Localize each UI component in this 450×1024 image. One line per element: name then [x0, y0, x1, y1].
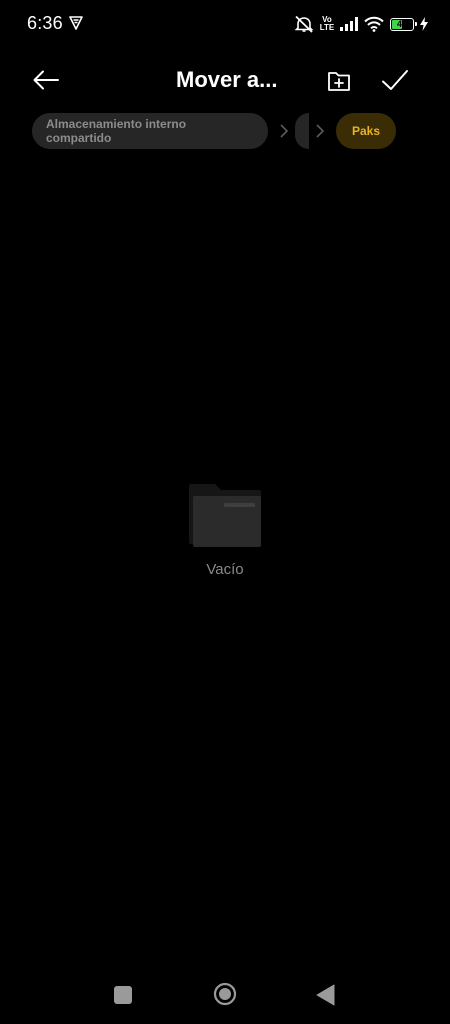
- new-folder-button[interactable]: [326, 68, 352, 94]
- status-time: 6:36: [27, 13, 63, 33]
- battery-level: 49: [396, 18, 407, 29]
- confirm-button[interactable]: [380, 66, 410, 96]
- nav-back-button[interactable]: [316, 984, 336, 1006]
- volte-bottom-label: LTE: [319, 23, 335, 32]
- empty-folder-icon: [189, 484, 261, 547]
- chevron-right-icon: [275, 113, 293, 149]
- empty-state: Vacío: [0, 482, 450, 578]
- page-title: Mover a...: [176, 67, 278, 92]
- navigation-bar: [0, 976, 450, 1012]
- breadcrumb-item-collapsed[interactable]: [295, 113, 309, 149]
- status-icons: Vo LTE 49: [294, 14, 428, 34]
- back-button[interactable]: [30, 66, 62, 94]
- app-bar: Mover a...: [0, 56, 450, 104]
- arrow-left-icon: [33, 70, 59, 90]
- recents-button[interactable]: [114, 986, 132, 1004]
- vpn-icon: [69, 16, 83, 30]
- breadcrumb: Almacenamiento interno compartido Paks: [32, 112, 396, 150]
- empty-label: Vacío: [206, 561, 244, 578]
- wifi-icon: [364, 16, 384, 32]
- breadcrumb-item-internal-storage[interactable]: Almacenamiento interno compartido: [32, 113, 268, 149]
- battery-icon: 49: [390, 17, 417, 31]
- mute-icon: [294, 15, 314, 33]
- chevron-right-icon: [311, 113, 329, 149]
- signal-icon: [340, 17, 358, 31]
- charging-icon: [420, 17, 428, 31]
- home-button[interactable]: [213, 982, 237, 1006]
- volte-icon: Vo LTE: [319, 16, 335, 32]
- breadcrumb-item-current[interactable]: Paks: [336, 113, 396, 149]
- status-bar: 6:36 Vo LTE 49: [0, 0, 450, 48]
